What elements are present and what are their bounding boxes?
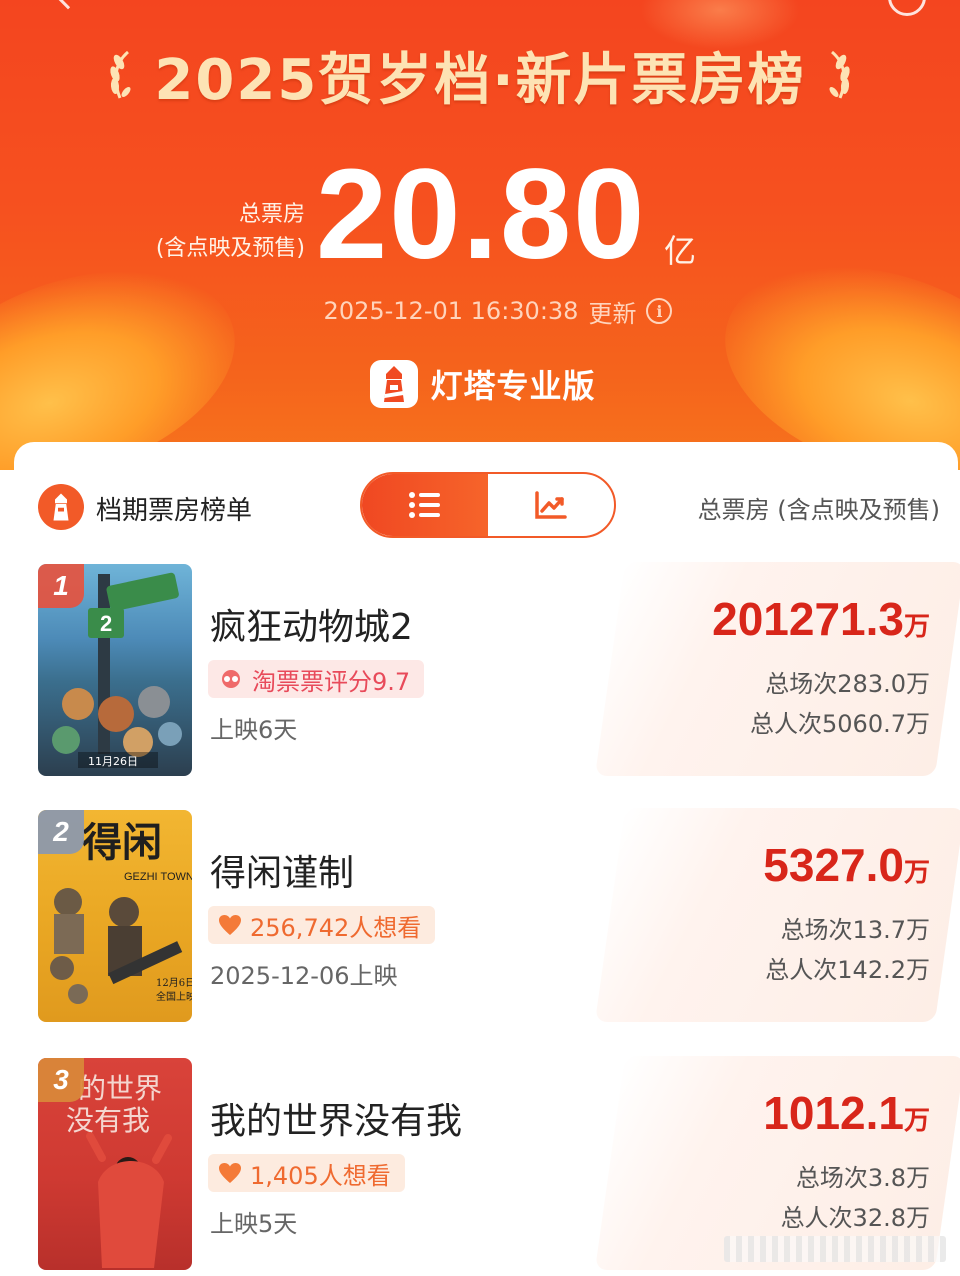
laurel-right-icon [829, 50, 850, 99]
total-value: 20.80 [316, 143, 647, 286]
film-row-2[interactable]: 得闲 GEZHI TOWN 12月6日 全国上映 2 得闲谨制 256,742人… [14, 808, 960, 1024]
gross-value: 201271.3 [712, 593, 904, 645]
total-box-office: 总票房 (含点映及预售) 20.80 亿 [0, 150, 960, 280]
poster-2-release: 全国上映 [156, 990, 192, 1003]
poster-2-brand: GEZHI TOWN [124, 871, 192, 883]
total-label-line1: 总票房 [238, 202, 305, 227]
ranking-card: 档期票房榜单 总票房 (含点映及预售) 2 11月26日 1 疯狂动物城2 淘票… [14, 442, 960, 1276]
film-title[interactable]: 得闲谨制 [210, 844, 354, 896]
film-poster-3[interactable]: 的世界 没有我 3 [38, 1058, 192, 1270]
rank-badge: 1 [38, 564, 84, 608]
total-label: 总票房 (含点映及预售) [156, 198, 305, 266]
poster-2-calligraphy: 得闲 [82, 820, 162, 866]
taopiaopiao-glasses-icon [222, 670, 240, 688]
film-poster-1[interactable]: 2 11月26日 1 [38, 564, 192, 776]
total-unit: 亿 [664, 232, 697, 270]
total-shows: 总场次283.0万 [765, 670, 930, 698]
gross-unit: 万 [903, 611, 930, 641]
lighthouse-logo-icon [370, 360, 419, 408]
poster-2-date: 12月6日 [156, 977, 192, 989]
brand-name: 灯塔专业版 [430, 367, 596, 405]
gross-unit: 万 [903, 1105, 930, 1135]
watermark [724, 1236, 946, 1262]
want-to-see-tag: 1,405人想看 [208, 1154, 405, 1192]
release-info: 上映5天 [210, 1210, 298, 1238]
chart-view-button[interactable] [488, 474, 614, 536]
list-view-button[interactable] [362, 474, 488, 536]
laurel-left-icon [110, 50, 131, 99]
poster-3-title-top: 的世界 [78, 1072, 162, 1105]
total-admissions: 总人次142.2万 [765, 956, 930, 984]
column-label-total: 总票房 (含点映及预售) [697, 496, 940, 524]
release-info: 上映6天 [210, 716, 298, 744]
gross-unit: 万 [903, 857, 930, 887]
page-title: 2025贺岁档·新片票房榜 [154, 47, 806, 113]
rating-tag: 淘票票评分9.7 [208, 660, 425, 698]
update-time: 2025-12-01 16:30:38 [323, 297, 579, 325]
page-title-row: 2025贺岁档·新片票房榜 [0, 40, 960, 113]
rating-text: 淘票票评分9.7 [252, 667, 411, 696]
total-shows: 总场次3.8万 [795, 1164, 930, 1192]
total-admissions: 总人次5060.7万 [750, 710, 930, 738]
total-admissions: 总人次32.8万 [780, 1204, 930, 1232]
film-row-1[interactable]: 2 11月26日 1 疯狂动物城2 淘票票评分9.7 上映6天 201271.3… [14, 562, 960, 778]
update-suffix: 更新 [588, 299, 637, 328]
want-to-see-text: 1,405人想看 [250, 1161, 391, 1190]
gross-value: 5327.0 [763, 839, 904, 891]
list-header: 档期票房榜单 总票房 (含点映及预售) [14, 472, 958, 542]
back-icon[interactable] [56, 0, 80, 10]
release-info: 2025-12-06上映 [210, 962, 398, 990]
total-label-line2: (含点映及预售) [155, 236, 305, 261]
gross-box-office: 201271.3万 [712, 592, 930, 646]
chart-trend-icon [535, 491, 567, 519]
rank-badge: 2 [38, 810, 84, 854]
poster-3-title-bottom: 没有我 [66, 1104, 150, 1137]
gross-box-office: 5327.0万 [763, 838, 930, 892]
svg-text:2: 2 [100, 611, 112, 636]
film-title[interactable]: 我的世界没有我 [210, 1092, 462, 1144]
gross-value: 1012.1 [763, 1087, 904, 1139]
rank-badge: 3 [38, 1058, 84, 1102]
view-toggle [360, 472, 616, 538]
update-time-row: 2025-12-01 16:30:38 更新 i [0, 293, 960, 329]
want-to-see-tag: 256,742人想看 [208, 906, 436, 944]
poster-1-date: 11月26日 [88, 755, 138, 768]
heart-icon [219, 1163, 241, 1183]
list-title: 档期票房榜单 [96, 496, 253, 526]
info-icon[interactable]: i [646, 298, 673, 324]
film-title[interactable]: 疯狂动物城2 [210, 598, 413, 650]
gross-box-office: 1012.1万 [763, 1086, 930, 1140]
list-icon [409, 492, 440, 518]
total-shows: 总场次13.7万 [780, 916, 930, 944]
more-icon[interactable] [888, 0, 926, 16]
hero-banner: 2025贺岁档·新片票房榜 总票房 (含点映及预售) 20.80 亿 2025-… [0, 0, 960, 470]
want-to-see-text: 256,742人想看 [250, 913, 422, 942]
lighthouse-logo-small-icon [38, 484, 84, 530]
heart-icon [219, 915, 241, 935]
brand-row: 灯塔专业版 [0, 358, 960, 410]
film-poster-2[interactable]: 得闲 GEZHI TOWN 12月6日 全国上映 2 [38, 810, 192, 1022]
